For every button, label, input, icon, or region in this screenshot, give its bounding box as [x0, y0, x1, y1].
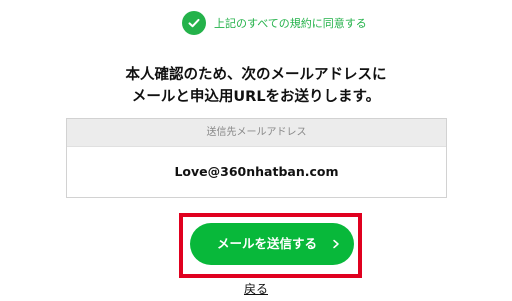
- send-email-button-label: メールを送信する: [216, 235, 317, 251]
- chevron-right-icon: [332, 239, 340, 249]
- email-box-body: Love@360nhatban.com: [67, 147, 446, 197]
- back-link[interactable]: 戻る: [0, 281, 512, 297]
- message-line-2: メールと申込用URLをお送りします。: [131, 89, 381, 105]
- send-email-button[interactable]: メールを送信する: [190, 223, 354, 265]
- email-box-header: 送信先メールアドレス: [67, 119, 446, 147]
- terms-agreement-label: 上記のすべての規約に同意する: [214, 16, 367, 30]
- terms-agreement[interactable]: 上記のすべての規約に同意する: [182, 9, 402, 37]
- confirmation-message: 本人確認のため、次のメールアドレスに メールと申込用URLをお送りします。: [0, 64, 512, 108]
- email-address-value: Love@360nhatban.com: [174, 163, 339, 179]
- message-line-1: 本人確認のため、次のメールアドレスに: [125, 67, 387, 83]
- email-box-label: 送信先メールアドレス: [206, 126, 307, 138]
- email-address-box: 送信先メールアドレス Love@360nhatban.com: [66, 118, 447, 198]
- check-icon[interactable]: [182, 11, 206, 35]
